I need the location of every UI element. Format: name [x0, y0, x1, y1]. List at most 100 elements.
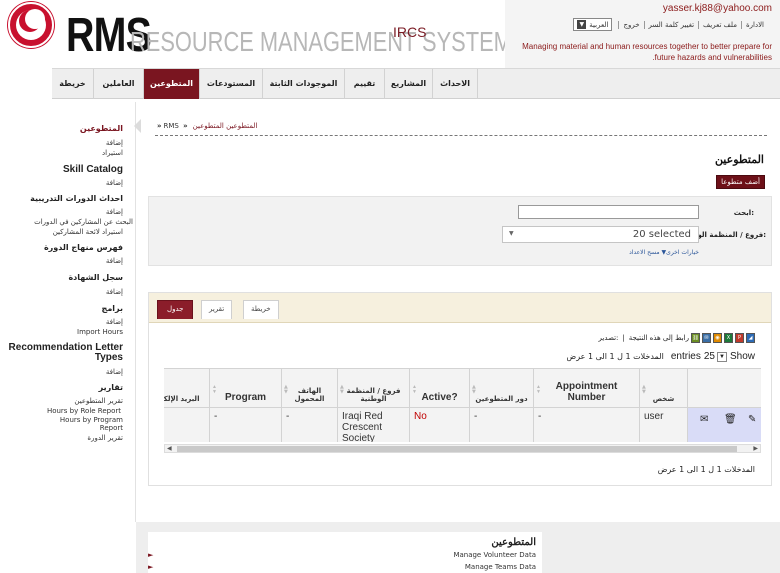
table-row[interactable]: - - - Iraqi Red Crescent Society (IRCS) … — [164, 407, 761, 442]
nav-volunteers[interactable]: المتطوعين — [144, 69, 200, 99]
breadcrumb-section[interactable]: المتطوعين — [226, 122, 257, 130]
rss-export-icon[interactable]: ◉ — [713, 333, 722, 343]
sidebar-link-add-program[interactable]: إضافة — [0, 317, 123, 327]
sidebar-section-recommendation-letters[interactable]: Recommendation Letter Types — [0, 343, 123, 363]
map-export-icon[interactable]: ◢ — [746, 333, 755, 343]
sidebar-link-add-training-event[interactable]: إضافة — [0, 207, 123, 217]
xls-export-icon[interactable]: X — [724, 333, 733, 343]
footer-link-teams-data[interactable]: Manage Teams Data — [465, 563, 536, 571]
col-header-mobile-label: الهاتف المحمول — [294, 387, 325, 403]
entries-info-bottom: المدخلات 1 ل 1 الى 1 عرض — [657, 465, 755, 474]
sidebar-link-course-report[interactable]: تقرير الدورة — [0, 433, 123, 443]
footer-menu: المتطوعين ► Manage Volunteer Data ► Mana… — [148, 532, 542, 573]
sidebar-link-add-volunteer[interactable]: إضافة — [0, 138, 123, 148]
entries-per-page-select[interactable]: 25 ▼ — [704, 351, 727, 362]
admin-link[interactable]: الادارة — [740, 20, 768, 29]
sidebar-link-hours-by-program[interactable]: Hours by Program Report — [40, 416, 123, 432]
cell-mobile: - — [281, 407, 338, 442]
cell-appointment: - — [533, 407, 640, 442]
scrollbar-thumb[interactable] — [177, 446, 737, 452]
export-separator: | — [622, 334, 625, 342]
sidebar: المتطوعين إضافة استيراد Skill Catalog إض… — [0, 102, 141, 522]
col-header-active[interactable]: ▲ ▼ Active? — [409, 368, 470, 408]
sidebar-section-certificates[interactable]: سجل الشهادة — [0, 273, 123, 282]
table-header-row: ▲▼البريد الإلكتروني ▲▼Program ▲▼الهاتف ا… — [164, 368, 761, 408]
link-to-results[interactable]: رابط إلى هذه النتيجة — [629, 334, 689, 342]
col-header-program[interactable]: ▲ ▼ Program — [209, 368, 282, 408]
email-icon[interactable]: ✉ — [700, 414, 708, 425]
scroll-right-icon[interactable]: ▶ — [753, 445, 758, 452]
col-header-active-label: Active? — [421, 392, 458, 403]
results-panel: خريطة تقرير جدول تصدير: | رابط إلى هذه ا… — [148, 292, 772, 486]
sidebar-section-programs[interactable]: برامج — [0, 304, 123, 313]
breadcrumb-root[interactable]: RMS — [164, 122, 179, 130]
nav-warehouses[interactable]: المستودعات — [200, 69, 263, 99]
arrow-right-icon: ► — [148, 563, 154, 571]
link-icon[interactable]: ⛓ — [691, 333, 700, 343]
brand-subtitle: RESOURCE MANAGEMENT SYSTEM — [130, 26, 512, 57]
col-header-role[interactable]: ▲ ▼ دور المتطوعين — [469, 368, 534, 408]
branch-select-value: 20 selected — [632, 229, 691, 240]
sidebar-link-add-course[interactable]: إضافة — [0, 256, 123, 266]
nav-events[interactable]: الاحداث — [433, 69, 478, 99]
col-header-branch[interactable]: ▲ ▼ فروع / المنظمة الوطنية — [337, 368, 410, 408]
brand-org: IRCS — [393, 24, 427, 40]
email-export-icon[interactable]: ✉ — [702, 333, 711, 343]
entries-word: entries — [670, 351, 701, 362]
sidebar-link-add-skill[interactable]: إضافة — [0, 178, 123, 188]
cell-actions: ✉ 🗑 ✎ — [687, 407, 761, 442]
add-volunteer-button[interactable]: أضف متطوعا — [716, 175, 765, 189]
delete-icon[interactable]: 🗑 — [724, 414, 737, 425]
sidebar-link-volunteer-report[interactable]: تقرير المتطوعين — [0, 396, 123, 406]
language-select[interactable]: ▼ العربية — [573, 18, 613, 31]
user-email: yasser.kj88@yahoo.com — [662, 3, 772, 14]
col-header-email[interactable]: ▲▼البريد الإلكتروني — [164, 368, 210, 408]
col-header-person[interactable]: ▲ ▼ شخص — [639, 368, 688, 408]
nav-assessments[interactable]: تقييم — [345, 69, 385, 99]
sidebar-link-import-volunteers[interactable]: استيراد — [0, 148, 123, 158]
col-header-email-label: البريد الإلكتروني — [164, 395, 200, 403]
edit-icon[interactable]: ✎ — [748, 414, 756, 425]
profile-link[interactable]: ملف تعريف — [698, 20, 741, 29]
change-password-link[interactable]: تغيير كلمة السر — [643, 20, 699, 29]
sidebar-section-reports[interactable]: تقارير — [0, 383, 123, 392]
sidebar-section-volunteers[interactable]: المتطوعين — [0, 124, 123, 133]
footer-link-volunteer-data[interactable]: Manage Volunteer Data — [453, 551, 536, 559]
sidebar-link-search-participants[interactable]: البحث عن المشاركين في الدورات — [0, 217, 133, 227]
col-header-mobile[interactable]: ▲ ▼ الهاتف المحمول — [281, 368, 338, 408]
nav-projects[interactable]: المشاريع — [385, 69, 433, 99]
tab-map[interactable]: خريطة — [243, 300, 279, 319]
sidebar-link-import-hours[interactable]: Import Hours — [0, 327, 123, 337]
sidebar-section-skill-catalog[interactable]: Skill Catalog — [0, 164, 123, 175]
table-horizontal-scrollbar[interactable]: ◀ ▶ — [164, 444, 761, 453]
entries-info-top: المدخلات 1 ل 1 الى 1 عرض — [566, 352, 664, 361]
header-user-panel: yasser.kj88@yahoo.com الادارة ملف تعريف … — [505, 0, 780, 68]
red-crescent-logo[interactable] — [8, 2, 54, 48]
sidebar-link-import-participants[interactable]: استيراد لائحة المشاركين — [0, 227, 123, 237]
nav-assets[interactable]: الموجودات الثابتة — [263, 69, 345, 99]
sidebar-link-add-certificate[interactable]: إضافة — [0, 287, 123, 297]
main-nav: خريطة العاملين المتطوعين المستودعات المو… — [52, 68, 780, 99]
more-options-link[interactable]: خيارات اخرى▼ مسح الاعداد — [502, 249, 699, 256]
tab-report[interactable]: تقرير — [201, 300, 233, 319]
export-row: تصدير: | رابط إلى هذه النتيجة ⛓ ✉ ◉ X P … — [599, 333, 755, 343]
sidebar-link-add-letter-type[interactable]: إضافة — [0, 367, 123, 377]
sidebar-section-training-events[interactable]: احداث الدورات التدريبية — [0, 194, 123, 203]
scroll-left-icon[interactable]: ◀ — [167, 445, 172, 452]
footer: المتطوعين ► Manage Volunteer Data ► Mana… — [136, 522, 780, 573]
sidebar-link-hours-by-role[interactable]: Hours by Role Report — [0, 406, 121, 416]
col-header-branch-label: فروع / المنظمة الوطنية — [346, 387, 401, 403]
col-header-appointment[interactable]: ▲ ▼ Appointment Number — [533, 368, 640, 408]
breadcrumb-current: المتطوعين — [192, 122, 224, 130]
tab-table[interactable]: جدول — [157, 300, 194, 319]
search-input[interactable] — [518, 205, 699, 219]
cell-branch: Iraqi Red Crescent Society (IRCS) — [337, 407, 410, 442]
branch-multiselect[interactable]: ▼ 20 selected — [502, 226, 699, 243]
pdf-export-icon[interactable]: P — [735, 333, 744, 343]
top-links: الادارة ملف تعريف تغيير كلمة السر خروج ▼… — [569, 18, 768, 31]
col-header-actions — [687, 368, 761, 408]
sidebar-section-course-catalog[interactable]: فهرس منهاج الدورة — [0, 243, 123, 252]
logout-link[interactable]: خروج — [618, 20, 643, 29]
nav-staff[interactable]: العاملين — [94, 69, 144, 99]
nav-map[interactable]: خريطة — [52, 69, 94, 99]
